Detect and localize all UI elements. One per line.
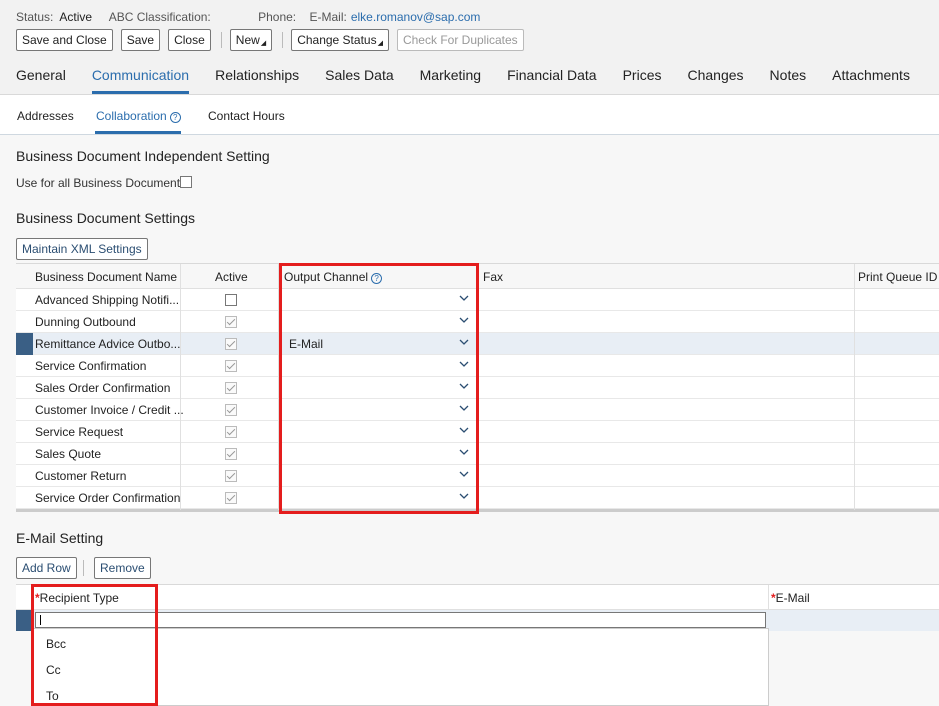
remove-button[interactable]: Remove bbox=[94, 557, 151, 579]
active-checkbox[interactable] bbox=[225, 338, 237, 350]
phone-label: Phone: bbox=[258, 10, 297, 24]
tab-prices[interactable]: Prices bbox=[623, 66, 662, 94]
toolbar: Save and Close Save Close New ◢ Change St… bbox=[16, 29, 532, 51]
email-setting-title: E-Mail Setting bbox=[16, 530, 104, 546]
status-value: Active bbox=[59, 10, 93, 24]
tab-communication[interactable]: Communication bbox=[91, 66, 190, 94]
tab-sales-data[interactable]: Sales Data bbox=[325, 66, 393, 94]
column-divider bbox=[180, 264, 181, 510]
document-name: Sales Order Confirmation bbox=[35, 381, 171, 395]
help-icon[interactable]: ? bbox=[169, 112, 181, 123]
tab-changes[interactable]: Changes bbox=[688, 66, 744, 94]
use-all-checkbox[interactable] bbox=[180, 176, 192, 188]
document-name: Service Order Confirmation bbox=[35, 491, 181, 505]
subtab-collaboration[interactable]: Collaboration? bbox=[96, 109, 181, 123]
subtab-contact-hours[interactable]: Contact Hours bbox=[208, 109, 285, 123]
output-channel-highlight bbox=[279, 263, 479, 514]
col-header-print-queue: Print Queue ID bbox=[858, 270, 938, 284]
tab-relationships[interactable]: Relationships bbox=[215, 66, 299, 94]
subtab-collaboration-label: Collaboration bbox=[96, 109, 167, 123]
document-name: Customer Invoice / Credit ... bbox=[35, 403, 184, 417]
document-name: Remittance Advice Outbo... bbox=[35, 337, 181, 351]
subtab-addresses[interactable]: Addresses bbox=[17, 109, 74, 123]
settings-title: Business Document Settings bbox=[16, 210, 195, 226]
tab-financial-data[interactable]: Financial Data bbox=[507, 66, 597, 94]
active-checkbox[interactable] bbox=[225, 294, 237, 306]
email-link[interactable]: elke.romanov@sap.com bbox=[351, 10, 481, 24]
document-name: Dunning Outbound bbox=[35, 315, 136, 329]
recipient-type-highlight bbox=[31, 584, 158, 706]
new-button[interactable]: New ◢ bbox=[229, 29, 273, 51]
document-name: Advanced Shipping Notifi... bbox=[35, 293, 180, 307]
document-name: Sales Quote bbox=[35, 447, 102, 461]
header: Status: Active ABC Classification: Phone:… bbox=[0, 0, 939, 95]
status-line: Status: Active ABC Classification: Phone:… bbox=[16, 10, 486, 24]
change-status-button[interactable]: Change Status ◢ bbox=[291, 29, 389, 51]
row-selection-marker[interactable] bbox=[16, 333, 33, 355]
abc-label: ABC Classification: bbox=[108, 10, 211, 24]
active-checkbox[interactable] bbox=[225, 382, 237, 394]
active-checkbox[interactable] bbox=[225, 426, 237, 438]
use-all-label: Use for all Business Documents: bbox=[16, 176, 190, 190]
active-checkbox[interactable] bbox=[225, 470, 237, 482]
main-tabs: General Communication Relationships Sale… bbox=[16, 66, 936, 94]
col-header-email: *E-Mail bbox=[771, 591, 810, 605]
toolbar-separator bbox=[220, 32, 222, 48]
col-header-active: Active bbox=[215, 270, 248, 284]
change-status-label: Change Status bbox=[297, 33, 377, 47]
add-row-button[interactable]: Add Row bbox=[16, 557, 77, 579]
column-divider bbox=[768, 585, 769, 610]
caret-icon: ◢ bbox=[260, 40, 267, 47]
tab-attachments[interactable]: Attachments bbox=[832, 66, 910, 94]
active-checkbox[interactable] bbox=[225, 448, 237, 460]
active-checkbox[interactable] bbox=[225, 492, 237, 504]
active-checkbox[interactable] bbox=[225, 316, 237, 328]
tab-notes[interactable]: Notes bbox=[770, 66, 807, 94]
maintain-xml-button[interactable]: Maintain XML Settings bbox=[16, 238, 148, 260]
col-header-name: Business Document Name bbox=[35, 270, 178, 284]
email-label: E-Mail: bbox=[309, 10, 347, 24]
save-and-close-button[interactable]: Save and Close bbox=[16, 29, 113, 51]
tab-marketing[interactable]: Marketing bbox=[420, 66, 481, 94]
check-duplicates-button[interactable]: Check For Duplicates bbox=[396, 29, 524, 51]
status-label: Status: bbox=[16, 10, 54, 24]
new-label: New bbox=[235, 33, 260, 47]
toolbar-separator bbox=[282, 32, 284, 48]
column-divider bbox=[854, 264, 855, 510]
email-col-label: E-Mail bbox=[775, 591, 810, 605]
sub-tabs: Addresses Collaboration? Contact Hours bbox=[0, 95, 939, 135]
active-checkbox[interactable] bbox=[225, 360, 237, 372]
document-name: Customer Return bbox=[35, 469, 127, 483]
document-name: Service Confirmation bbox=[35, 359, 147, 373]
col-header-fax: Fax bbox=[483, 270, 504, 284]
save-button[interactable]: Save bbox=[120, 29, 161, 51]
document-name: Service Request bbox=[35, 425, 124, 439]
close-button[interactable]: Close bbox=[168, 29, 211, 51]
subtab-underline bbox=[95, 131, 181, 134]
toolbar-separator bbox=[83, 560, 84, 576]
independent-setting-title: Business Document Independent Setting bbox=[16, 148, 270, 164]
caret-icon: ◢ bbox=[377, 40, 383, 47]
active-checkbox[interactable] bbox=[225, 404, 237, 416]
tab-general[interactable]: General bbox=[16, 66, 66, 94]
